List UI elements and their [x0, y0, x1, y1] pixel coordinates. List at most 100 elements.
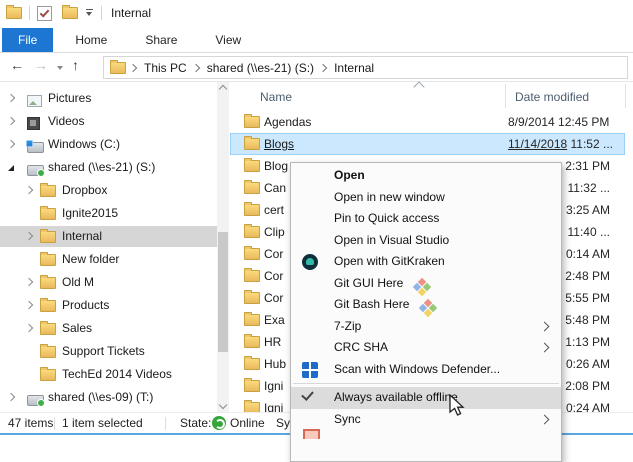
tab-share[interactable]: Share	[129, 28, 193, 52]
chevron-collapsed-icon[interactable]	[25, 278, 33, 286]
sidebar-item-teched-2014-videos[interactable]: TechEd 2014 Videos	[0, 364, 217, 385]
sidebar-item-label: Windows (C:)	[48, 134, 120, 155]
file-name[interactable]: Clip	[264, 221, 285, 243]
chevron-collapsed-icon[interactable]	[25, 301, 33, 309]
column-header-name[interactable]: Name	[260, 90, 292, 104]
breadcrumb-segment[interactable]: This PC	[142, 61, 189, 75]
tab-view[interactable]: View	[199, 28, 257, 52]
recent-locations-chevron-icon[interactable]	[57, 66, 63, 70]
chevron-collapsed-icon[interactable]	[25, 324, 33, 332]
tab-file[interactable]: File	[2, 28, 53, 52]
window-title: Internal	[111, 6, 151, 20]
menu-item-git-gui-here[interactable]: Git GUI Here	[291, 273, 561, 295]
tab-home[interactable]: Home	[59, 28, 123, 52]
sidebar-item-label: Support Tickets	[62, 341, 145, 362]
sidebar-item-label: shared (\\es-21) (S:)	[48, 157, 155, 178]
qat-customize-chevron-down-icon[interactable]	[86, 9, 94, 17]
qat-properties-checkbox-icon[interactable]	[37, 6, 52, 21]
sidebar-item-internal[interactable]: Internal	[0, 226, 217, 247]
folder-icon	[244, 138, 260, 150]
menu-item-git-bash-here[interactable]: Git Bash Here	[291, 294, 561, 316]
menu-item-always-available-offline[interactable]: Always available offline	[291, 387, 561, 409]
sidebar-item-sales[interactable]: Sales	[0, 318, 217, 339]
chevron-collapsed-icon[interactable]	[7, 140, 15, 148]
file-name[interactable]: Exa	[264, 309, 285, 331]
divider	[101, 6, 102, 20]
menu-item-open-in-visual-studio[interactable]: Open in Visual Studio	[291, 230, 561, 252]
file-name[interactable]: Igni	[264, 375, 283, 397]
file-name[interactable]: Blogs	[264, 133, 294, 155]
folder-icon	[244, 248, 260, 260]
sidebar-item-ignite2015[interactable]: Ignite2015	[0, 203, 217, 224]
selection-count: 1 item selected	[62, 416, 143, 430]
sidebar-item-old-m[interactable]: Old M	[0, 272, 217, 293]
chevron-collapsed-icon[interactable]	[25, 232, 33, 240]
sidebar-scrollbar[interactable]	[217, 82, 229, 412]
address-breadcrumb[interactable]: This PC shared (\\es-21) (S:) Internal	[103, 56, 628, 79]
scroll-up-icon[interactable]	[219, 85, 227, 93]
sidebar-item-new-folder[interactable]: New folder	[0, 249, 217, 270]
file-name[interactable]: Cor	[264, 287, 283, 309]
file-name[interactable]: Cor	[264, 265, 283, 287]
sort-ascending-icon	[413, 81, 424, 92]
chevron-collapsed-icon[interactable]	[7, 94, 15, 102]
breadcrumb-segment[interactable]: shared (\\es-21) (S:)	[205, 61, 316, 75]
breadcrumb-chevron-icon[interactable]	[129, 63, 137, 71]
file-name[interactable]: Blog	[264, 155, 288, 177]
chevron-collapsed-icon[interactable]	[25, 186, 33, 194]
forward-button[interactable]: →	[34, 57, 48, 73]
file-name[interactable]: Cor	[264, 243, 283, 265]
drive-windows-icon	[27, 142, 44, 153]
folder-icon	[244, 380, 260, 392]
chevron-collapsed-icon[interactable]	[7, 393, 15, 401]
menu-item-7-zip[interactable]: 7-Zip	[291, 316, 561, 338]
menu-item-crc-sha[interactable]: CRC SHA	[291, 337, 561, 359]
sidebar-item-pictures[interactable]: Pictures	[0, 88, 217, 109]
sidebar-item-support-tickets[interactable]: Support Tickets	[0, 341, 217, 362]
column-header-date-modified[interactable]: Date modified	[515, 90, 589, 104]
scrollbar-thumb[interactable]	[218, 232, 228, 352]
column-divider[interactable]	[505, 84, 506, 108]
menu-item-sync[interactable]: Sync	[291, 409, 561, 431]
sidebar-item-dropbox[interactable]: Dropbox	[0, 180, 217, 201]
sidebar-item-windows-c[interactable]: Windows (C:)	[0, 134, 217, 155]
breadcrumb-chevron-icon[interactable]	[319, 63, 327, 71]
menu-item-pin-to-quick-access[interactable]: Pin to Quick access	[291, 208, 561, 230]
breadcrumb-chevron-icon[interactable]	[191, 63, 199, 71]
sidebar-item-videos[interactable]: Videos	[0, 111, 217, 132]
defender-icon	[302, 362, 318, 378]
file-name[interactable]: HR	[264, 331, 281, 353]
breadcrumb-segment[interactable]: Internal	[332, 61, 376, 75]
up-button[interactable]: ↑	[72, 57, 79, 73]
drive-network-icon	[27, 165, 44, 176]
file-name[interactable]: Hub	[264, 353, 286, 375]
menu-item-scan-with-windows-defender[interactable]: Scan with Windows Defender...	[291, 359, 561, 381]
sidebar-item-shared-es-21-s[interactable]: shared (\\es-21) (S:)	[0, 157, 217, 178]
back-button[interactable]: ←	[10, 57, 24, 73]
sidebar-item-label: Sales	[62, 318, 92, 339]
table-row[interactable]: Agendas8/9/2014 12:45 PM	[230, 111, 625, 133]
submenu-chevron-icon	[540, 321, 550, 331]
menu-item-open-with-gitkraken[interactable]: Open with GitKraken	[291, 251, 561, 273]
folder-icon	[244, 160, 260, 172]
scroll-down-icon[interactable]	[219, 401, 227, 409]
sidebar-item-label: Ignite2015	[62, 203, 118, 224]
folder-icon	[40, 369, 56, 381]
chevron-expanded-icon[interactable]	[8, 165, 14, 171]
file-name[interactable]: Agendas	[264, 111, 311, 133]
title-bar: Internal	[0, 0, 633, 26]
sidebar-item-products[interactable]: Products	[0, 295, 217, 316]
table-row[interactable]: Blogs11/14/2018 11:52 ...	[230, 133, 625, 155]
clipped-menu-icon	[303, 429, 320, 439]
file-name[interactable]: Can	[264, 177, 286, 199]
sidebar-item-shared-es-09-t[interactable]: shared (\\es-09) (T:)	[0, 387, 217, 408]
file-name[interactable]: cert	[264, 199, 284, 221]
menu-item-open[interactable]: Open	[291, 165, 561, 187]
qat-new-folder-icon[interactable]	[62, 7, 78, 19]
column-divider[interactable]	[625, 84, 626, 108]
drive-network-icon	[27, 395, 44, 406]
chevron-collapsed-icon[interactable]	[7, 117, 15, 125]
menu-item-open-in-new-window[interactable]: Open in new window	[291, 187, 561, 209]
pictures-icon	[27, 95, 42, 107]
sidebar-item-label: New folder	[62, 249, 119, 270]
